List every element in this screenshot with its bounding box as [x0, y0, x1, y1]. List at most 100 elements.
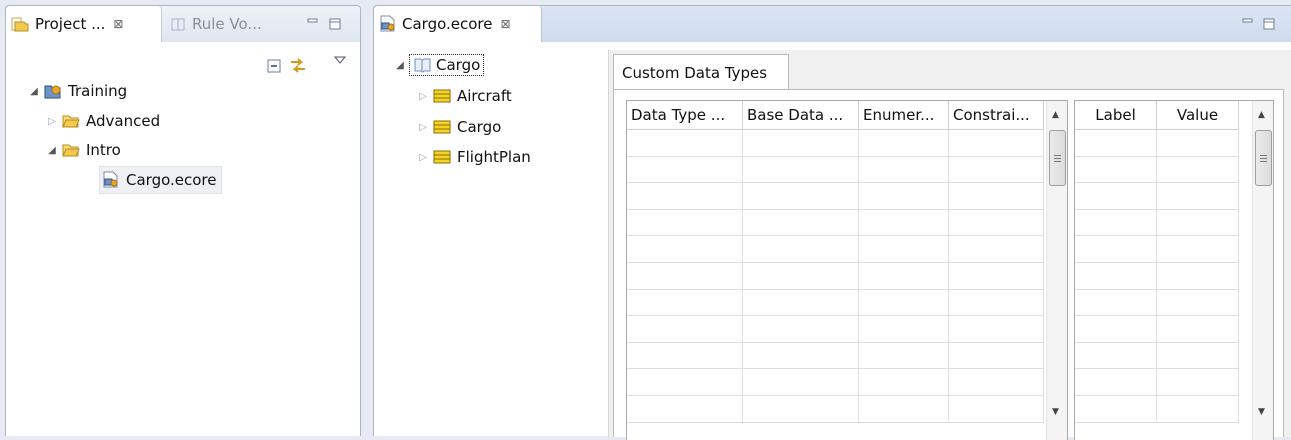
- table-cell[interactable]: [1157, 209, 1239, 237]
- column-header-constraints[interactable]: Constrai...: [949, 101, 1044, 130]
- table-cell[interactable]: [627, 289, 743, 317]
- table-cell[interactable]: [1157, 395, 1239, 423]
- table-cell[interactable]: [949, 236, 1044, 263]
- scroll-up-icon[interactable]: ▲: [1258, 110, 1265, 120]
- table-row[interactable]: [627, 316, 1044, 343]
- expanded-arrow-icon[interactable]: ◢: [394, 60, 406, 71]
- table-cell[interactable]: [1075, 156, 1157, 184]
- table-cell[interactable]: [743, 369, 859, 396]
- collapsed-arrow-icon[interactable]: ▷: [417, 91, 429, 102]
- close-icon[interactable]: ⊠: [501, 17, 511, 31]
- table-row[interactable]: [1075, 236, 1239, 263]
- maximize-icon[interactable]: [1263, 18, 1275, 30]
- table-cell[interactable]: [1157, 289, 1239, 317]
- minimize-icon[interactable]: [1242, 18, 1253, 28]
- table-cell[interactable]: [1157, 156, 1239, 184]
- table-cell[interactable]: [949, 130, 1044, 157]
- table-cell[interactable]: [627, 262, 743, 290]
- collapsed-arrow-icon[interactable]: ▷: [417, 152, 429, 163]
- collapsed-arrow-icon[interactable]: ▷: [46, 116, 58, 127]
- table-cell[interactable]: [859, 395, 949, 423]
- table-cell[interactable]: [743, 342, 859, 370]
- table-row[interactable]: [627, 130, 1044, 157]
- tree-item-aircraft[interactable]: ▷ Aircraft: [417, 83, 512, 109]
- table-cell[interactable]: [859, 236, 949, 263]
- column-header-data-type[interactable]: Data Type ...: [627, 101, 743, 130]
- tab-rule-vocabulary[interactable]: Rule Vo...: [164, 6, 294, 42]
- table-cell[interactable]: [949, 209, 1044, 237]
- table-cell[interactable]: [743, 236, 859, 263]
- table-cell[interactable]: [743, 262, 859, 290]
- table-row[interactable]: [627, 342, 1044, 370]
- table-row[interactable]: [1075, 289, 1239, 317]
- tree-item-cargo-package[interactable]: ◢ Cargo: [394, 52, 485, 78]
- table-cell[interactable]: [949, 342, 1044, 370]
- table-cell[interactable]: [743, 130, 859, 157]
- scroll-down-icon[interactable]: ▼: [1258, 407, 1265, 417]
- table-cell[interactable]: [743, 183, 859, 210]
- table-cell[interactable]: [627, 236, 743, 263]
- data-types-table[interactable]: Data Type ... Base Data ... Enumer... Co…: [626, 100, 1068, 440]
- table-row[interactable]: [627, 289, 1044, 317]
- table-cell[interactable]: [949, 395, 1044, 423]
- view-menu-icon[interactable]: [334, 56, 346, 64]
- table-row[interactable]: [1075, 262, 1239, 290]
- table-cell[interactable]: [627, 316, 743, 343]
- expanded-arrow-icon[interactable]: ◢: [46, 145, 58, 156]
- table-cell[interactable]: [1157, 183, 1239, 210]
- table-row[interactable]: [1075, 369, 1239, 396]
- table-cell[interactable]: [859, 130, 949, 157]
- maximize-icon[interactable]: [329, 18, 341, 30]
- table-cell[interactable]: [1157, 130, 1239, 157]
- table-cell[interactable]: [627, 209, 743, 237]
- scroll-down-icon[interactable]: ▼: [1052, 407, 1059, 417]
- table-cell[interactable]: [627, 342, 743, 370]
- table-row[interactable]: [627, 209, 1044, 237]
- scroll-up-icon[interactable]: ▲: [1052, 110, 1059, 120]
- table-row[interactable]: [627, 369, 1044, 396]
- table-cell[interactable]: [949, 156, 1044, 184]
- table-row[interactable]: [627, 395, 1044, 423]
- table-cell[interactable]: [859, 316, 949, 343]
- table-row[interactable]: [1075, 156, 1239, 184]
- table-row[interactable]: [1075, 395, 1239, 423]
- table-cell[interactable]: [1157, 342, 1239, 370]
- table-cell[interactable]: [627, 395, 743, 423]
- minimize-icon[interactable]: [307, 18, 318, 28]
- focused-item[interactable]: Cargo: [408, 54, 485, 76]
- table-cell[interactable]: [949, 262, 1044, 290]
- table-row[interactable]: [1075, 316, 1239, 343]
- table-row[interactable]: [627, 262, 1044, 290]
- expanded-arrow-icon[interactable]: ◢: [28, 86, 40, 97]
- table-row[interactable]: [1075, 130, 1239, 157]
- tab-custom-data-types[interactable]: Custom Data Types: [613, 54, 789, 90]
- table-cell[interactable]: [859, 183, 949, 210]
- table-cell[interactable]: [627, 183, 743, 210]
- table-cell[interactable]: [1075, 130, 1157, 157]
- tree-item-cargo-ecore[interactable]: Cargo.ecore: [99, 166, 222, 194]
- table-row[interactable]: [1075, 183, 1239, 210]
- table-cell[interactable]: [743, 209, 859, 237]
- table-cell[interactable]: [859, 369, 949, 396]
- scroll-thumb[interactable]: [1255, 130, 1272, 186]
- table-cell[interactable]: [859, 289, 949, 317]
- table-cell[interactable]: [1157, 236, 1239, 263]
- table-cell[interactable]: [859, 209, 949, 237]
- table-cell[interactable]: [949, 369, 1044, 396]
- table-cell[interactable]: [1075, 395, 1157, 423]
- tree-item-flightplan[interactable]: ▷ FlightPlan: [417, 144, 531, 170]
- tab-project-explorer[interactable]: Project ... ⊠: [6, 6, 162, 42]
- table-cell[interactable]: [743, 395, 859, 423]
- table-cell[interactable]: [1157, 262, 1239, 290]
- column-header-base-data[interactable]: Base Data ...: [743, 101, 859, 130]
- scroll-thumb[interactable]: [1049, 130, 1066, 186]
- column-header-label[interactable]: Label: [1075, 101, 1157, 130]
- table-cell[interactable]: [1075, 316, 1157, 343]
- table-cell[interactable]: [1075, 289, 1157, 317]
- table-cell[interactable]: [949, 316, 1044, 343]
- table-cell[interactable]: [743, 316, 859, 343]
- table-cell[interactable]: [859, 156, 949, 184]
- column-header-value[interactable]: Value: [1157, 101, 1239, 130]
- table-cell[interactable]: [743, 156, 859, 184]
- table-cell[interactable]: [1075, 236, 1157, 263]
